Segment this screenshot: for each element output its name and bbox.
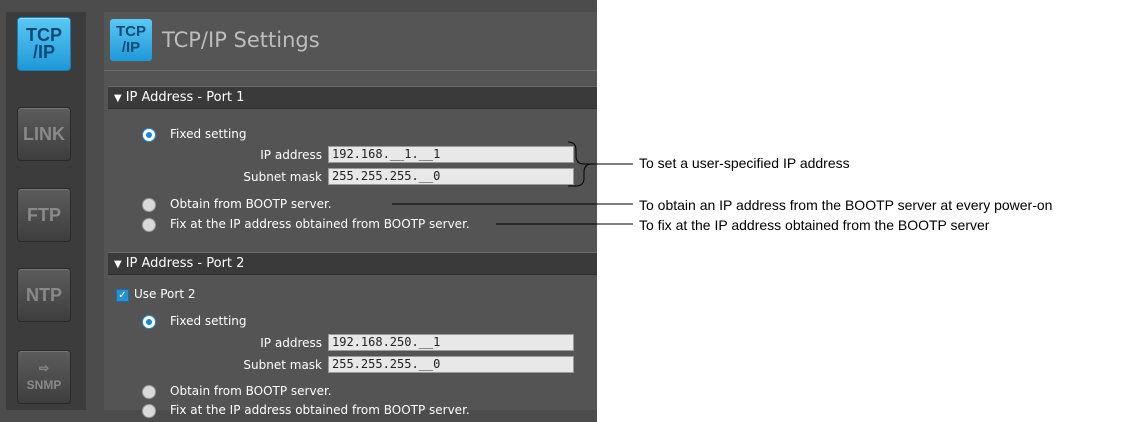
annotation-bootp-fix: To fix at the IP address obtained from t… <box>639 217 990 233</box>
annotation-user-ip: To set a user-specified IP address <box>639 155 850 171</box>
annotation-bootp-every: To obtain an IP address from the BOOTP s… <box>639 197 1053 213</box>
brace-bracket <box>567 141 593 187</box>
